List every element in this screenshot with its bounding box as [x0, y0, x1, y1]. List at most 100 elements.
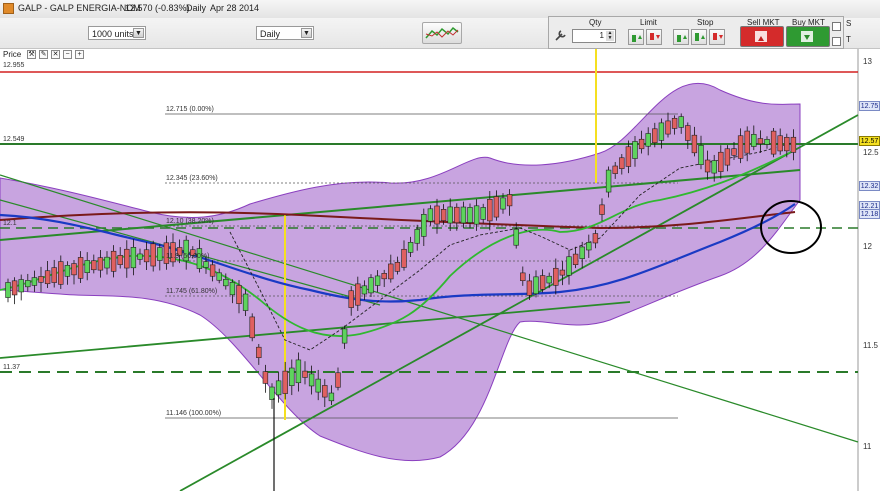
fib-label: 11.146 (100.00%) — [166, 410, 222, 417]
candle-body — [58, 261, 64, 285]
candle-body — [612, 165, 618, 174]
candle-body — [546, 275, 552, 284]
candle-body — [737, 135, 744, 159]
candle-body — [493, 196, 500, 218]
candle-body — [770, 130, 777, 155]
y-tick-label: 13 — [863, 57, 872, 66]
level-label: 12.1 — [3, 220, 17, 227]
candle-body — [586, 242, 592, 251]
candle-body — [361, 285, 368, 295]
fib-label: 11.9 (50.00%) — [166, 253, 210, 260]
candle-body — [698, 145, 704, 165]
plus-icon[interactable]: + — [75, 50, 84, 59]
candle-body — [295, 359, 302, 384]
wrench-icon[interactable]: ⚒ — [27, 50, 36, 59]
candle-body — [665, 120, 671, 135]
candle-body — [513, 228, 519, 246]
price-tag: 12.32 — [859, 181, 880, 191]
candle-body — [632, 141, 638, 159]
candle-body — [71, 263, 77, 276]
candle-body — [335, 372, 341, 388]
candle-body — [269, 386, 275, 400]
candle-body — [401, 248, 407, 268]
candle-body — [5, 282, 11, 298]
candle-body — [658, 122, 665, 141]
candle-body — [209, 264, 216, 277]
candle-body — [381, 273, 387, 280]
candle-body — [526, 280, 533, 296]
candle-body — [427, 208, 434, 222]
tools-icon[interactable]: ✎ — [39, 50, 48, 59]
candle-body — [539, 275, 546, 290]
candle-body — [480, 207, 486, 220]
candle-body — [718, 151, 724, 172]
candle-body — [671, 118, 678, 129]
candle-body — [388, 263, 394, 280]
candle-body — [764, 139, 770, 145]
candle-body — [691, 134, 698, 154]
candle-body — [124, 248, 130, 269]
candle-body — [434, 205, 440, 225]
candle-body — [31, 277, 38, 286]
candle-body — [506, 194, 513, 207]
candle-body — [38, 276, 44, 283]
candle-body — [302, 370, 308, 378]
candle-body — [348, 290, 354, 308]
candle-body — [368, 277, 374, 294]
candle-body — [572, 253, 579, 265]
candle-body — [157, 247, 163, 261]
candle-body — [51, 267, 57, 283]
candle-body — [77, 257, 84, 279]
candle-body — [790, 136, 797, 153]
candle-body — [11, 280, 18, 296]
candle-body — [592, 233, 599, 244]
level-label: 11.37 — [3, 364, 20, 371]
candle-body — [84, 260, 90, 273]
candle-body — [678, 116, 684, 128]
current-price-tag: 12.57 — [859, 136, 880, 146]
price-chart[interactable] — [0, 0, 880, 491]
y-tick-label: 11 — [863, 442, 872, 451]
candle-body — [533, 276, 539, 295]
candle-body — [64, 265, 71, 277]
price-tag: 12.75 — [859, 101, 880, 111]
minus-icon[interactable]: − — [63, 50, 72, 59]
candle-body — [784, 137, 790, 152]
candle-body — [18, 279, 24, 293]
candle-body — [711, 160, 717, 174]
candle-body — [652, 128, 658, 144]
y-tick-label: 12.5 — [863, 148, 879, 157]
candle-body — [249, 316, 255, 339]
candle-body — [487, 198, 493, 222]
candle-body — [262, 371, 269, 384]
candle-body — [638, 138, 645, 150]
candle-body — [460, 206, 467, 224]
candle-body — [645, 133, 651, 147]
candle-body — [724, 148, 731, 166]
close-icon[interactable]: ✕ — [51, 50, 60, 59]
candle-body — [143, 249, 150, 263]
level-label: 12.549 — [3, 136, 25, 143]
candle-body — [308, 373, 315, 387]
y-tick-label: 12 — [863, 242, 872, 251]
candle-body — [242, 293, 249, 311]
fib-label: 12.10 (38.20%) — [166, 218, 214, 225]
candle-body — [137, 253, 143, 260]
candle-body — [731, 148, 737, 156]
fib-label: 11.745 (61.80%) — [166, 288, 218, 295]
candle-body — [355, 283, 361, 306]
candle-body — [44, 270, 51, 285]
candle-body — [473, 205, 480, 225]
candle-body — [414, 229, 420, 244]
candle-body — [447, 206, 453, 224]
candle-body — [275, 380, 282, 396]
candle-body — [341, 328, 348, 344]
candle-body — [97, 257, 104, 271]
candle-body — [599, 204, 605, 215]
candle-body — [553, 267, 559, 286]
candle-body — [394, 262, 401, 272]
candle-body — [91, 260, 97, 271]
candle-body — [150, 243, 156, 267]
candle-body — [322, 385, 328, 398]
candle-body — [236, 285, 242, 304]
